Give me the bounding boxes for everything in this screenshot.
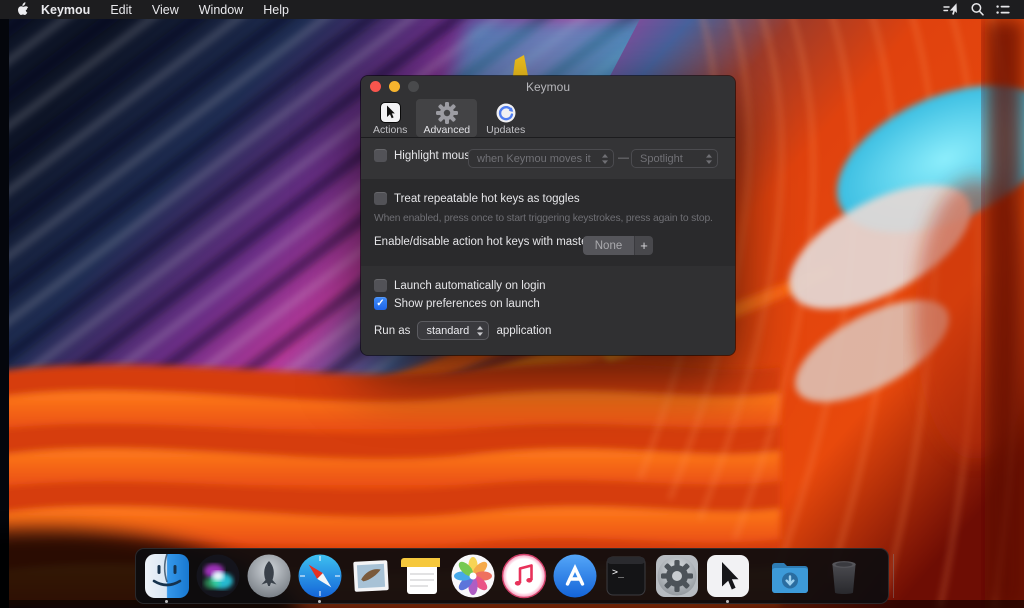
tab-advanced[interactable]: Advanced	[416, 99, 477, 137]
menu-item-help[interactable]: Help	[253, 0, 299, 19]
chevron-updown-icon	[705, 153, 713, 165]
gear-icon	[436, 101, 458, 124]
section-highlight-mouse: Highlight mouse when Keymou moves it — S…	[361, 138, 735, 179]
tab-updates-label: Updates	[486, 124, 525, 136]
repeatable-toggles-label: Treat repeatable hot keys as toggles	[394, 193, 580, 205]
preferences-toolbar: Actions Advanced	[361, 97, 735, 138]
chevron-updown-icon	[601, 153, 609, 165]
mail-stamp-icon	[348, 553, 394, 599]
running-indicator-keymou	[726, 600, 729, 603]
master-key-control: None +	[583, 236, 653, 255]
dock-app-store[interactable]	[552, 553, 598, 599]
dock-trash[interactable]	[821, 553, 867, 599]
highlight-style-value: Spotlight	[640, 153, 700, 165]
master-key-label: Enable/disable action hot keys with mast…	[374, 236, 616, 248]
launch-on-login-checkbox[interactable]	[374, 279, 387, 292]
dock-separator	[893, 554, 894, 598]
dock-mail[interactable]	[348, 553, 394, 599]
keymou-pointer-icon	[942, 2, 960, 17]
run-as-value: standard	[426, 325, 471, 337]
dock-itunes[interactable]	[501, 553, 547, 599]
finder-icon	[144, 553, 190, 599]
show-prefs-label: Show preferences on launch	[394, 298, 540, 310]
highlight-mouse-checkbox[interactable]	[374, 149, 387, 162]
menu-bar: Keymou Edit View Window Help	[0, 0, 1024, 19]
tab-actions[interactable]: Actions	[366, 99, 414, 137]
repeatable-toggles-checkbox[interactable]	[374, 192, 387, 205]
notification-center-icon	[995, 3, 1011, 17]
highlight-style-dropdown[interactable]: Spotlight	[631, 149, 718, 168]
tab-updates[interactable]: Updates	[479, 99, 532, 137]
dock-launchpad[interactable]	[246, 553, 292, 599]
section-hot-keys: Treat repeatable hot keys as toggles Whe…	[361, 179, 735, 266]
apple-logo-icon	[16, 2, 29, 17]
safari-compass-icon	[297, 553, 343, 599]
dock-finder[interactable]	[144, 553, 190, 599]
highlight-mode-dropdown[interactable]: when Keymou moves it	[468, 149, 614, 168]
spotlight-menu-item[interactable]	[964, 0, 990, 19]
dock-system-preferences[interactable]	[654, 553, 700, 599]
dash-separator: —	[618, 152, 629, 164]
dock-siri[interactable]	[195, 553, 241, 599]
dock-photos[interactable]	[450, 553, 496, 599]
system-preferences-gear-icon	[654, 553, 700, 599]
checkmark-glyph: ✓	[376, 299, 384, 309]
master-key-value-button[interactable]: None	[583, 236, 635, 255]
desktop: Keymou Edit View Window Help	[0, 0, 1024, 608]
trash-icon	[821, 553, 867, 599]
highlight-mouse-label: Highlight mouse	[394, 150, 476, 162]
running-indicator-finder	[165, 600, 168, 603]
highlight-mode-value: when Keymou moves it	[477, 153, 596, 165]
apple-menu[interactable]	[16, 2, 29, 17]
dock-notes[interactable]	[399, 553, 445, 599]
keymou-preferences-window: Keymou Actions	[361, 76, 735, 355]
menu-item-view[interactable]: View	[142, 0, 189, 19]
repeatable-description: When enabled, press once to start trigge…	[374, 213, 713, 224]
launchpad-rocket-icon	[246, 553, 292, 599]
chevron-updown-icon	[476, 325, 484, 337]
dock-terminal[interactable]: >_	[603, 553, 649, 599]
section-launch-options: Launch automatically on login ✓ Show pre…	[361, 266, 735, 355]
app-store-icon	[552, 553, 598, 599]
itunes-music-icon	[501, 553, 547, 599]
photos-pinwheel-icon	[450, 553, 496, 599]
window-title-bar[interactable]: Keymou	[361, 76, 735, 97]
show-prefs-checkbox[interactable]: ✓	[374, 297, 387, 310]
menu-item-edit[interactable]: Edit	[100, 0, 142, 19]
downloads-folder-icon	[767, 553, 813, 599]
keymou-status-item[interactable]	[938, 0, 964, 19]
spotlight-search-icon	[970, 2, 985, 17]
refresh-circle-icon	[495, 101, 517, 124]
siri-icon	[195, 553, 241, 599]
notification-center-menu-item[interactable]	[990, 0, 1016, 19]
window-title: Keymou	[361, 80, 735, 94]
dock-keymou[interactable]	[705, 553, 751, 599]
run-as-label: Run as	[374, 325, 410, 337]
svg-text:>_: >_	[612, 567, 625, 578]
launch-on-login-label: Launch automatically on login	[394, 280, 546, 292]
dock-safari[interactable]	[297, 553, 343, 599]
preferences-content: Highlight mouse when Keymou moves it — S…	[361, 138, 735, 355]
menu-item-app[interactable]: Keymou	[31, 0, 100, 19]
run-as-suffix: application	[496, 325, 551, 337]
running-indicator-safari	[318, 600, 321, 603]
cursor-arrow-icon	[380, 101, 401, 124]
tab-actions-label: Actions	[373, 124, 407, 136]
master-key-add-button[interactable]: +	[635, 236, 653, 255]
notes-icon	[399, 553, 445, 599]
run-as-dropdown[interactable]: standard	[417, 321, 489, 340]
tab-advanced-label: Advanced	[423, 124, 470, 136]
dock-downloads[interactable]	[767, 553, 813, 599]
terminal-icon: >_	[603, 553, 649, 599]
menu-item-window[interactable]: Window	[189, 0, 253, 19]
dock: >_	[135, 548, 889, 604]
keymou-cursor-icon	[705, 553, 751, 599]
